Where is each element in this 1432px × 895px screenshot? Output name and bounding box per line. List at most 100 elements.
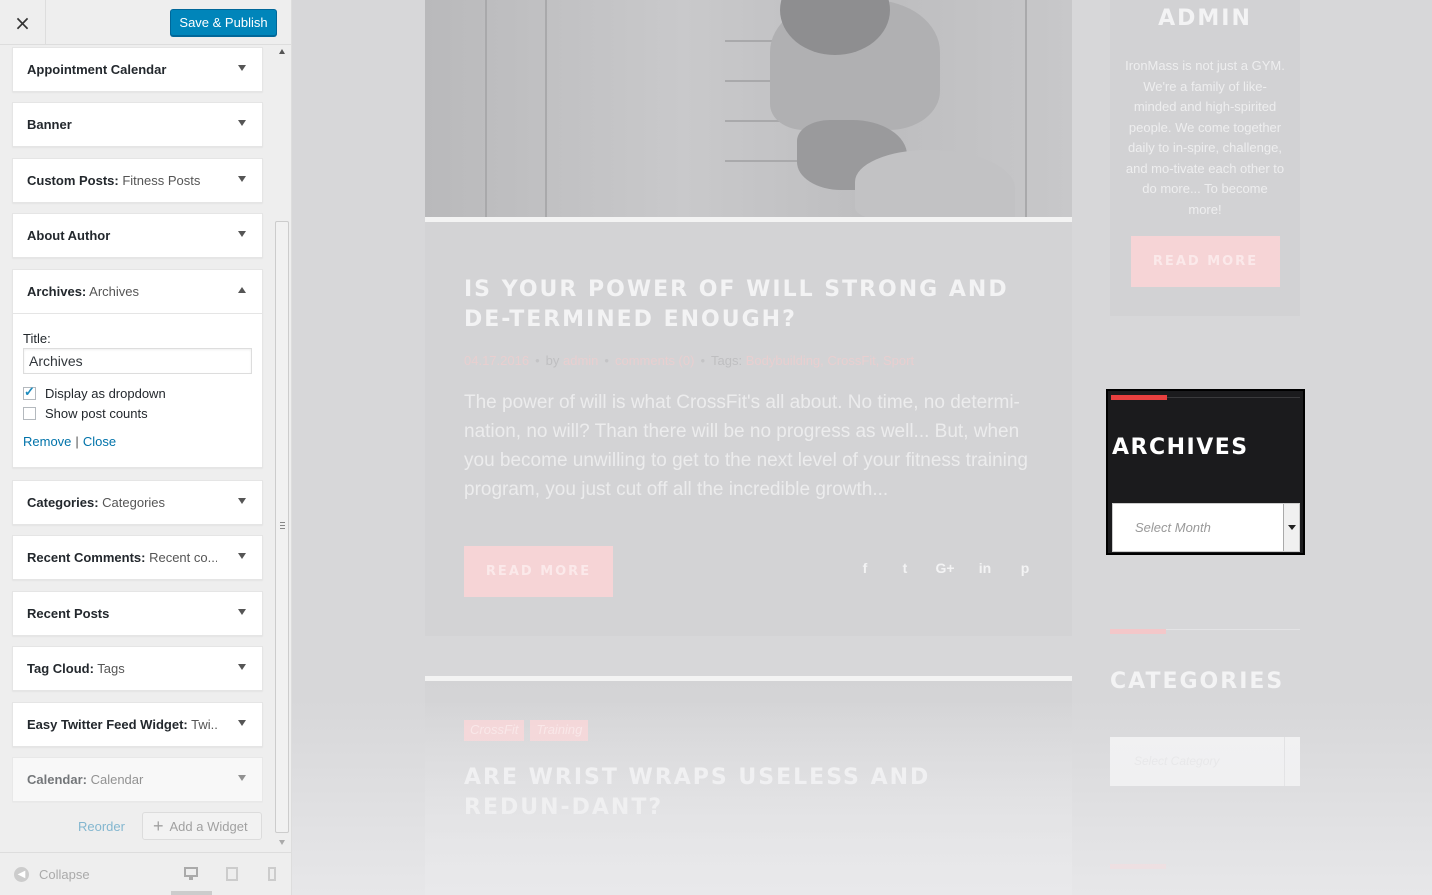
title-rule [1166,629,1300,630]
facebook-icon[interactable]: f [845,560,885,576]
active-device-indicator [171,891,212,895]
expand-arrow-icon[interactable] [238,609,246,615]
widget-easy-twitter-feed[interactable]: Easy Twitter Feed Widget: Twi... [12,702,263,747]
post-meta: 04.17.2016 • by admin • comments (0) • Tags: B… [464,353,915,368]
chevron-down-icon[interactable] [1284,737,1300,786]
widget-title: About Author [27,228,111,243]
show-counts-label: Show post counts [45,405,148,421]
close-link[interactable]: Close [83,434,116,449]
category-tag[interactable]: CrossFit [464,720,525,741]
categories-select[interactable]: Select Category [1110,737,1300,786]
widget-calendar[interactable]: Calendar: Calendar [12,757,263,802]
desktop-preview-icon[interactable] [183,866,199,882]
post-category-tags: CrossFit Training [464,720,594,741]
widget-title: Tag Cloud: [27,661,94,676]
widget-appointment-calendar[interactable]: Appointment Calendar [12,47,263,92]
expand-arrow-icon[interactable] [238,176,246,182]
collapse-icon: ◀ [14,867,29,882]
pinterest-icon[interactable]: p [1005,560,1045,576]
widget-subtitle: Twi... [191,717,217,732]
close-customizer-button[interactable]: × [0,0,46,45]
sidebar-scrollbar[interactable] [275,46,290,851]
widget-title: Custom Posts: [27,173,119,188]
expand-arrow-icon[interactable] [238,65,246,71]
post-excerpt: The power of will is what CrossFit's all… [464,392,1028,500]
tablet-preview-icon[interactable] [224,866,240,882]
scroll-up-icon[interactable] [279,49,285,54]
google-plus-icon[interactable]: G+ [925,560,965,576]
blog-post: IS YOUR POWER OF WILL STRONG AND DE-TERM… [425,222,1072,636]
widget-tag-cloud[interactable]: Tag Cloud: Tags [12,646,263,691]
post-title[interactable]: IS YOUR POWER OF WILL STRONG AND DE-TERM… [464,275,1044,335]
title-label: Title: [23,331,51,346]
post-featured-image [425,0,1072,217]
customizer-header: × Save & Publish [0,0,291,45]
add-widget-label: Add a Widget [169,818,248,834]
widget-banner[interactable]: Banner [12,102,263,147]
save-publish-button[interactable]: Save & Publish [170,9,277,36]
display-dropdown-checkbox[interactable] [23,384,36,400]
post-tags[interactable]: Bodybuilding, CrossFit, Sport [746,353,914,368]
widget-title: Appointment Calendar [27,62,167,77]
display-dropdown-row: Display as dropdown [23,384,252,401]
select-value: Select Category [1134,754,1220,768]
reorder-link[interactable]: Reorder [78,819,125,834]
show-counts-checkbox[interactable] [23,406,36,420]
site-preview: IS YOUR POWER OF WILL STRONG AND DE-TERM… [292,0,1432,895]
customizer-sidebar: × Save & Publish Appointment Calendar Ba… [0,0,292,895]
add-widget-button[interactable]: + Add a Widget [142,812,262,840]
about-title: ADMIN [1158,6,1252,31]
expand-arrow-icon[interactable] [238,231,246,237]
collapse-arrow-icon[interactable] [238,287,246,293]
widget-about-author[interactable]: About Author [12,213,263,258]
post-title[interactable]: ARE WRIST WRAPS USELESS AND REDUN-DANT? [464,763,1044,823]
grip-icon [280,522,285,529]
archives-month-select[interactable]: Select Month [1112,503,1300,552]
post-date[interactable]: 04.17.2016 [464,353,529,368]
customizer-footer: ◀ Collapse [0,852,291,895]
widget-subtitle: Tags [93,661,125,676]
expand-arrow-icon[interactable] [238,553,246,559]
expand-arrow-icon[interactable] [238,120,246,126]
widget-subtitle: Categories [98,495,166,510]
read-more-button[interactable]: READ MORE [464,546,613,597]
scroll-down-icon[interactable] [279,840,285,845]
expand-arrow-icon[interactable] [238,775,246,781]
expand-arrow-icon[interactable] [238,664,246,670]
widget-subtitle: Fitness Posts [118,173,201,188]
post-author[interactable]: admin [563,353,598,368]
linkedin-icon[interactable]: in [965,560,1005,576]
mobile-preview-icon[interactable] [264,866,280,882]
select-value: Select Month [1135,520,1211,535]
widget-archives-expanded[interactable]: Archives: Archives Title: Display as dro… [12,269,263,468]
post-tags-label: Tags: [711,353,743,368]
plus-icon: + [153,815,164,836]
remove-link[interactable]: Remove [23,434,71,449]
archives-widget-form: Title: Display as dropdown Show post cou… [13,313,262,467]
scrollbar-thumb[interactable] [275,221,289,833]
category-tag[interactable]: Training [530,720,589,741]
widget-title: Categories: [27,495,99,510]
about-text: IronMass is not just a GYM. We're a fami… [1125,58,1285,217]
share-icons: f t G+ in p [845,560,1045,576]
widget-categories[interactable]: Categories: Categories [12,480,263,525]
expand-arrow-icon[interactable] [238,720,246,726]
collapse-button[interactable]: ◀ Collapse [14,867,90,882]
widget-title: Archives: [27,284,87,299]
widget-custom-posts[interactable]: Custom Posts: Fitness Posts [12,158,263,203]
widget-title: Recent Comments: [27,550,146,565]
display-dropdown-label: Display as dropdown [45,385,166,401]
about-read-more-button[interactable]: READ MORE [1131,236,1280,287]
title-input[interactable] [23,348,252,374]
post-comments[interactable]: comments (0) [615,353,694,368]
widget-subtitle: Archives [86,284,139,299]
chevron-down-icon[interactable] [1283,504,1299,551]
widget-recent-posts[interactable]: Recent Posts [12,591,263,636]
expand-arrow-icon[interactable] [238,498,246,504]
about-author-widget: ADMIN IronMass is not just a GYM. We're … [1110,0,1300,316]
widget-title: Easy Twitter Feed Widget: [27,717,188,732]
show-counts-row: Show post counts [23,405,252,421]
twitter-icon[interactable]: t [885,560,925,576]
blog-post: CrossFit Training ARE WRIST WRAPS USELES… [425,681,1072,895]
widget-recent-comments[interactable]: Recent Comments: Recent co... [12,535,263,580]
